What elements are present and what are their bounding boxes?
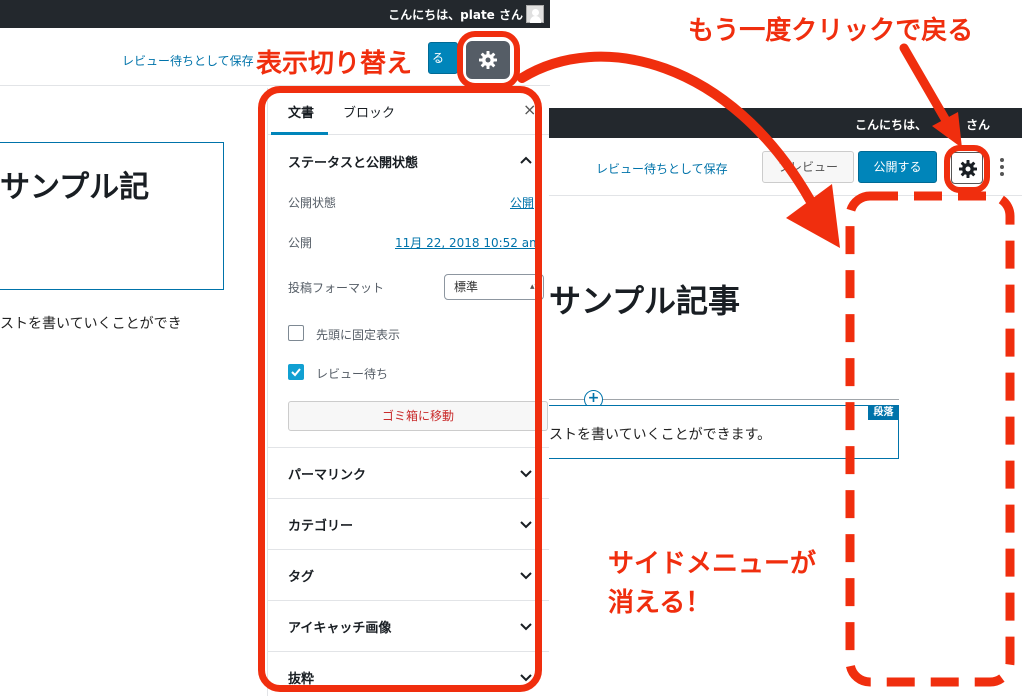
highlight-gear-left [457,31,520,89]
save-as-pending-link[interactable]: レビュー待ちとして保存 [122,52,254,69]
paragraph-text[interactable]: ストを書いていくことができ [0,313,182,333]
publish-button[interactable]: 公開する [858,151,937,183]
admin-bar [549,108,1022,138]
admin-greeting[interactable]: こんにちは、plate さん [388,6,523,23]
admin-greeting-start[interactable]: こんにちは、 [855,116,927,133]
kebab-menu-icon[interactable] [1000,157,1004,177]
block-type-tag: 段落 [868,405,899,420]
annotation-menu-disappears-1: サイドメニューが [608,549,817,579]
annotation-toggle: 表示切り替え [256,49,413,79]
avatar-icon[interactable] [526,5,544,23]
publish-button[interactable]: る [428,42,458,74]
save-as-pending-link[interactable]: レビュー待ちとして保存 [596,160,728,177]
paragraph-text[interactable]: ストを書いていくことができます。 [549,424,771,444]
highlight-gear-right [944,145,990,193]
annotation-menu-disappears-2: 消える！ [608,588,712,618]
preview-button[interactable]: プレビュー [762,151,854,183]
admin-greeting-end[interactable]: さん [966,116,990,133]
post-title[interactable]: サンプル記事 [549,276,740,322]
post-title[interactable]: サンプル記 [0,162,149,206]
annotated-screenshot: こんにちは、plate さん レビュー待ちとして保存 る サンプル記 ストを書い… [0,0,1022,696]
highlight-sidebar [258,86,542,692]
annotation-click-again: もう一度クリックで戻る [688,16,974,46]
